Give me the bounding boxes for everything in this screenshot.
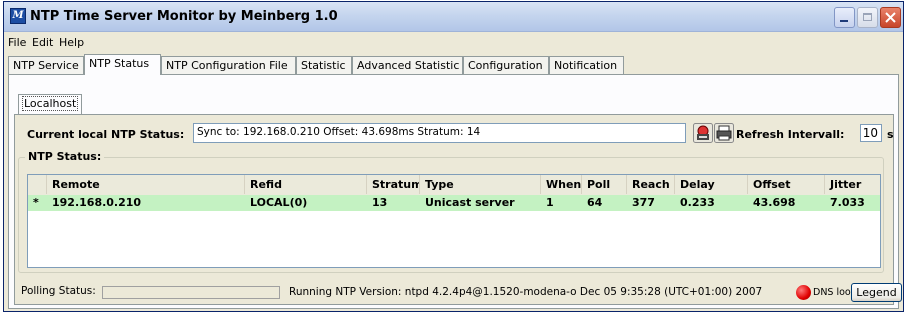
refresh-interval-unit: s: [887, 128, 894, 141]
legend-button[interactable]: Legend: [851, 283, 902, 302]
tab-ntp-configuration-file[interactable]: NTP Configuration File: [161, 56, 296, 74]
minimize-button[interactable]: [834, 7, 855, 28]
tab-localhost-label: Localhost: [22, 96, 79, 111]
column-header-stratum[interactable]: Stratum: [367, 175, 420, 194]
menu-help[interactable]: Help: [59, 36, 84, 49]
window-title: NTP Time Server Monitor by Meinberg 1.0: [30, 9, 338, 24]
column-header-type[interactable]: Type: [420, 175, 541, 194]
column-header-refid[interactable]: Refid: [245, 175, 367, 194]
polling-progress-bar: [102, 286, 280, 299]
column-header-marker[interactable]: [28, 175, 47, 194]
status-indicator-icon: [796, 285, 811, 300]
menu-file[interactable]: File: [8, 36, 26, 49]
table-header: Remote Refid Stratum Type When Poll Reac…: [28, 175, 880, 196]
cell-stratum: 13: [372, 196, 388, 209]
close-button[interactable]: [880, 7, 901, 28]
refresh-interval-label: Refresh Intervall:: [736, 128, 845, 141]
cell-type: Unicast server: [425, 196, 515, 209]
maximize-button[interactable]: [857, 7, 878, 28]
column-header-delay[interactable]: Delay: [675, 175, 748, 194]
menu-bar: File Edit Help: [4, 33, 903, 52]
polling-status-label: Polling Status:: [21, 285, 96, 297]
tab-ntp-status[interactable]: NTP Status: [84, 54, 161, 75]
ntp-status-group-title: NTP Status:: [25, 150, 105, 163]
tab-notification[interactable]: Notification: [549, 56, 624, 74]
ntp-peers-table[interactable]: Remote Refid Stratum Type When Poll Reac…: [27, 174, 881, 268]
column-header-reach[interactable]: Reach: [627, 175, 675, 194]
title-bar[interactable]: M NTP Time Server Monitor by Meinberg 1.…: [4, 2, 903, 32]
tab-configuration[interactable]: Configuration: [463, 56, 549, 74]
cell-marker: *: [33, 196, 39, 209]
column-header-when[interactable]: When: [541, 175, 582, 194]
cell-jitter: 7.033: [830, 196, 865, 209]
ntp-version-text: Running NTP Version: ntpd 4.2.4p4@1.1520…: [289, 286, 763, 298]
tab-ntp-service[interactable]: NTP Service: [8, 56, 84, 74]
column-header-poll[interactable]: Poll: [582, 175, 627, 194]
cell-reach: 377: [632, 196, 655, 209]
tab-advanced-statistic[interactable]: Advanced Statistic: [352, 56, 463, 74]
cell-offset: 43.698: [753, 196, 796, 209]
printer-icon[interactable]: [714, 123, 734, 143]
tab-localhost[interactable]: Localhost: [18, 94, 83, 114]
table-row[interactable]: * 192.168.0.210 LOCAL(0) 13 Unicast serv…: [28, 195, 880, 211]
app-icon[interactable]: M: [10, 8, 26, 24]
column-header-jitter[interactable]: Jitter: [825, 175, 880, 194]
current-status-label: Current local NTP Status:: [27, 128, 185, 141]
network-icon[interactable]: [693, 123, 713, 143]
tab-statistic[interactable]: Statistic: [296, 56, 352, 74]
menu-edit[interactable]: Edit: [32, 36, 53, 49]
cell-poll: 64: [587, 196, 603, 209]
cell-delay: 0.233: [680, 196, 715, 209]
cell-remote: 192.168.0.210: [52, 196, 142, 209]
column-header-offset[interactable]: Offset: [748, 175, 825, 194]
current-status-field[interactable]: Sync to: 192.168.0.210 Offset: 43.698ms …: [193, 123, 686, 143]
cell-refid: LOCAL(0): [250, 196, 308, 209]
column-header-remote[interactable]: Remote: [47, 175, 245, 194]
refresh-interval-input[interactable]: 10: [860, 124, 882, 142]
cell-when: 1: [546, 196, 554, 209]
close-icon: [885, 12, 896, 23]
